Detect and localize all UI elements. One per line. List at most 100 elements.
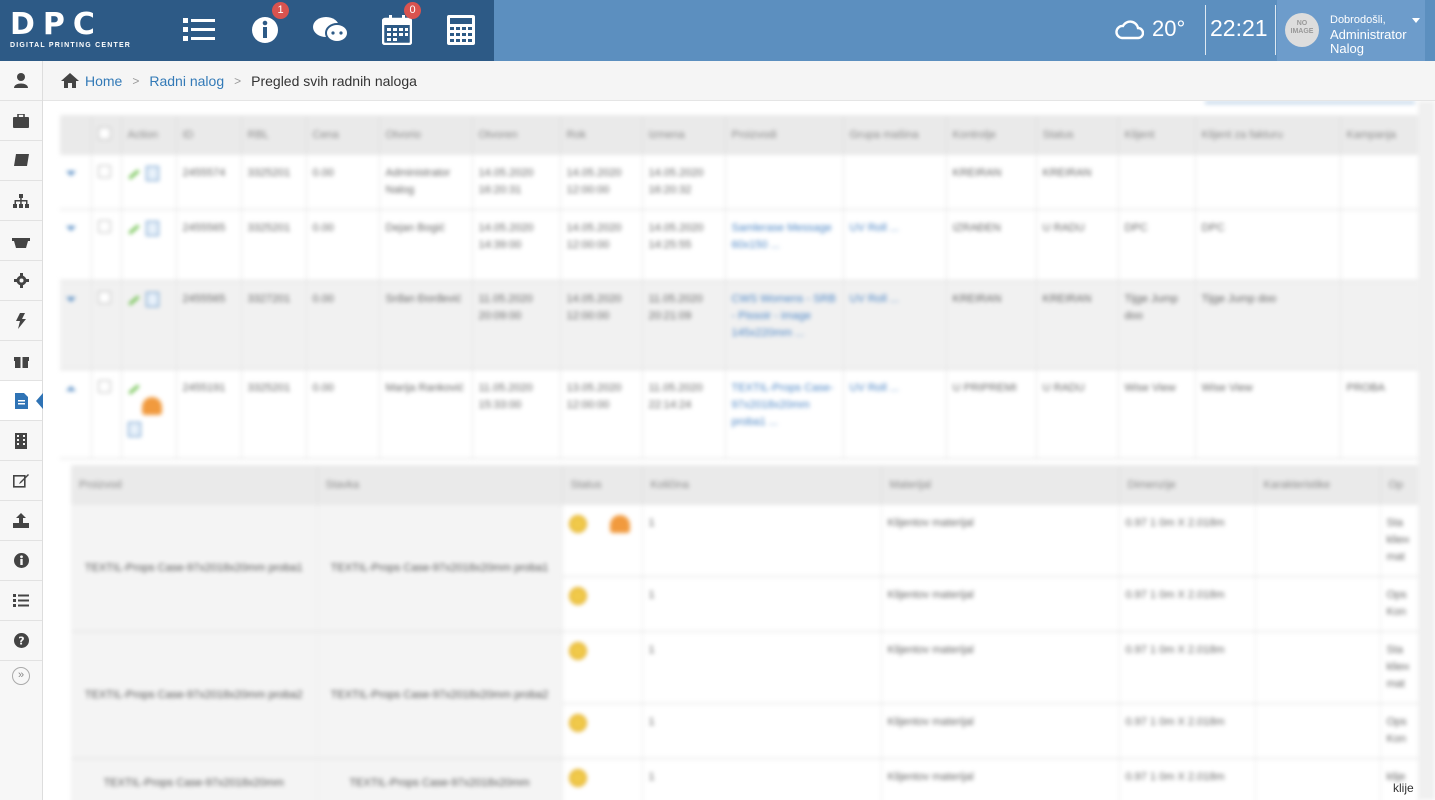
cell-proizvodi[interactable]: Samlerase Message 60x150 ...: [725, 209, 844, 281]
cell-rok: 14.05.2020 12:00:00: [560, 155, 643, 210]
select-all-checkbox[interactable]: [97, 127, 111, 140]
user-menu[interactable]: NO IMAGE Dobrodošli, Administrator Nalog: [1277, 0, 1425, 61]
col-kampanja[interactable]: Kampanja: [1340, 115, 1419, 155]
help-icon[interactable]: ?: [0, 621, 42, 661]
user-icon[interactable]: [0, 61, 42, 101]
sidebar-collapse-button[interactable]: »: [12, 667, 30, 685]
col-action[interactable]: Action: [121, 115, 177, 155]
clipped-cell-text: klije: [1393, 781, 1414, 795]
collapse-row-icon[interactable]: [66, 386, 76, 391]
cell-proizvodi[interactable]: [725, 155, 844, 210]
col-grupa[interactable]: Grupa mašina: [843, 115, 947, 155]
expand-row-icon[interactable]: [66, 171, 76, 176]
sitemap-icon[interactable]: [0, 181, 42, 221]
calculator-icon[interactable]: [441, 10, 481, 50]
book-icon[interactable]: [0, 141, 42, 181]
basket-icon[interactable]: [0, 221, 42, 261]
logo[interactable]: DPC DIGITAL PRINTING CENTER: [10, 10, 160, 50]
col-id[interactable]: ID: [176, 115, 242, 155]
document-icon[interactable]: [145, 165, 159, 181]
cell-grupa[interactable]: [843, 155, 947, 210]
expand-row-icon[interactable]: [66, 297, 76, 302]
upload-icon[interactable]: [0, 501, 42, 541]
building-icon[interactable]: [0, 421, 42, 461]
col-proizvodi[interactable]: Proizvodi: [725, 115, 844, 155]
edit-icon[interactable]: [127, 224, 140, 235]
gear-icon[interactable]: [0, 261, 42, 301]
col-otvoren[interactable]: Otvoren: [472, 115, 561, 155]
bell-icon[interactable]: [141, 397, 162, 415]
briefcase-icon[interactable]: [0, 101, 42, 141]
cell-proizvodi[interactable]: CWS Womens - SRB - Pissoir - image 145x2…: [725, 280, 844, 370]
document-icon[interactable]: [145, 220, 159, 236]
table-row[interactable]: 2455574 3325201 0.00 Administrator Nalog…: [60, 155, 1419, 210]
cell-otvorio: Marija Ranković: [379, 369, 473, 459]
expand-row-icon[interactable]: [66, 226, 76, 231]
row-checkbox[interactable]: [97, 220, 111, 233]
edit-icon[interactable]: [127, 384, 140, 395]
home-icon[interactable]: [61, 73, 79, 88]
table-row[interactable]: 2455191 3325201 0.00 Marija Ranković 11.…: [60, 369, 1419, 459]
info-icon[interactable]: [0, 541, 42, 581]
cell-kolicina: 1: [642, 703, 882, 759]
breadcrumb: Home > Radni nalog > Pregled svih radnih…: [43, 61, 1435, 101]
bell-icon[interactable]: [609, 515, 630, 533]
cell-izmena: 14.05.2020 16:20:32: [642, 155, 726, 210]
sub-col-dimenzije[interactable]: Dimenzije: [1119, 465, 1256, 505]
cell-kampanja: PROBA: [1340, 369, 1419, 459]
work-orders-table: Action ID RBL Cena Otvorio Otvoren Rok I…: [60, 115, 1419, 459]
sub-col-karakteristike[interactable]: Karakteristike: [1255, 465, 1381, 505]
sub-col-materijal[interactable]: Materijal: [881, 465, 1120, 505]
chevron-right-icon: >: [132, 73, 140, 88]
cell-grupa[interactable]: UV Roll ...: [843, 369, 947, 459]
col-klijent-faktura[interactable]: Klijent za fakturu: [1195, 115, 1341, 155]
col-izmena[interactable]: Izmena: [642, 115, 726, 155]
row-checkbox[interactable]: [97, 291, 111, 304]
info-icon[interactable]: 1: [245, 2, 289, 50]
sub-col-op[interactable]: Op: [1380, 465, 1419, 505]
edit-icon[interactable]: [127, 169, 140, 180]
cell-otvorio: Administrator Nalog: [379, 155, 473, 210]
table-row[interactable]: 2455565 3327201 0.00 Srđan Đorđević 11.0…: [60, 280, 1419, 370]
info-badge: 1: [272, 2, 289, 19]
cell-kontrola: IZRAĐEN: [946, 209, 1037, 281]
breadcrumb-section[interactable]: Radni nalog: [149, 73, 224, 89]
sub-col-stavka[interactable]: Stavka: [317, 465, 563, 505]
table-row[interactable]: 2455565 3325201 0.00 Dejan Bogić 14.05.2…: [60, 209, 1419, 281]
sub-col-kolicina[interactable]: Količina: [642, 465, 882, 505]
user-greeting: Dobrodošli,: [1330, 14, 1386, 26]
edit-icon[interactable]: [0, 461, 42, 501]
col-otvorio[interactable]: Otvorio: [379, 115, 473, 155]
cell-klijent: Tijge Jump doo: [1118, 280, 1196, 370]
col-rok[interactable]: Rok: [560, 115, 643, 155]
chat-icon[interactable]: [311, 10, 351, 50]
col-klijent[interactable]: Klijent: [1118, 115, 1196, 155]
sidebar: ? »: [0, 61, 43, 800]
cell-grupa[interactable]: UV Roll ...: [843, 209, 947, 281]
sub-col-proizvod[interactable]: Proizvod: [71, 465, 318, 505]
document-icon[interactable]: [127, 421, 141, 437]
edit-icon[interactable]: [127, 295, 140, 306]
bolt-icon[interactable]: [0, 301, 42, 341]
col-status[interactable]: Status: [1036, 115, 1119, 155]
col-cena[interactable]: Cena: [306, 115, 380, 155]
sub-col-status[interactable]: Status: [562, 465, 643, 505]
list-icon[interactable]: [0, 581, 42, 621]
col-rbl[interactable]: RBL: [241, 115, 307, 155]
cell-proizvodi[interactable]: TEXTIL-Props Case-97x2018x20mm proba1 ..…: [725, 369, 844, 459]
list-icon[interactable]: [179, 10, 219, 50]
cell-klijent: [1118, 155, 1196, 210]
row-checkbox[interactable]: [97, 380, 111, 393]
row-checkbox[interactable]: [97, 165, 111, 178]
cell-grupa[interactable]: UV Roll ...: [843, 280, 947, 370]
calendar-icon[interactable]: 0: [377, 2, 421, 50]
breadcrumb-home[interactable]: Home: [85, 73, 122, 89]
chevron-down-icon[interactable]: [1412, 18, 1420, 23]
gift-icon[interactable]: [0, 341, 42, 381]
document-icon[interactable]: [145, 291, 159, 307]
file-icon[interactable]: [0, 381, 43, 421]
cell-proizvod: TEXTIL-Props Case-97x2018x20mm proba2: [71, 631, 318, 759]
cell-klijent-faktura: DPC: [1195, 209, 1341, 281]
col-kontrola[interactable]: Kontrolje: [946, 115, 1037, 155]
col-select[interactable]: [91, 115, 122, 155]
